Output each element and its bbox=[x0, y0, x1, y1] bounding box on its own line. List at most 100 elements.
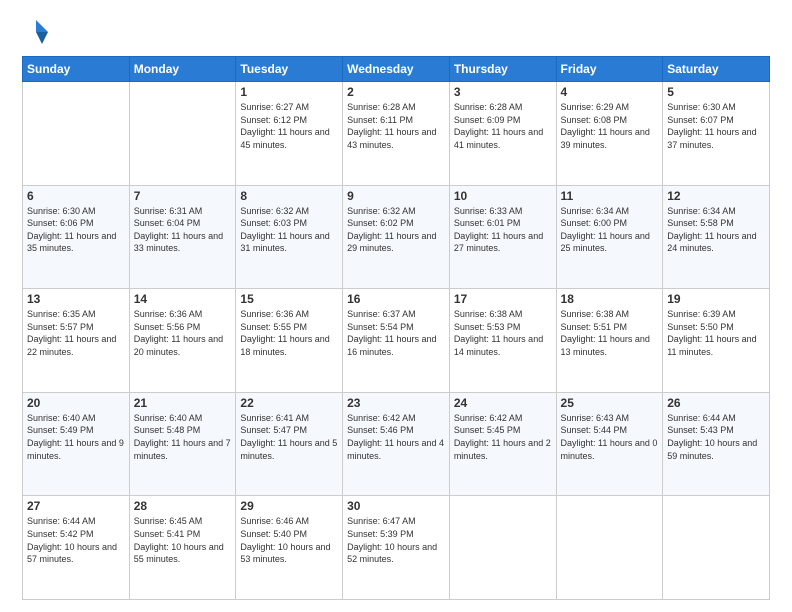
calendar-cell: 9 Sunrise: 6:32 AM Sunset: 6:02 PM Daylig… bbox=[343, 185, 450, 289]
calendar-cell: 29 Sunrise: 6:46 AM Sunset: 5:40 PM Dayli… bbox=[236, 496, 343, 600]
day-number: 5 bbox=[667, 85, 765, 99]
day-number: 29 bbox=[240, 499, 338, 513]
calendar-table: SundayMondayTuesdayWednesdayThursdayFrid… bbox=[22, 56, 770, 600]
calendar-cell: 13 Sunrise: 6:35 AM Sunset: 5:57 PM Dayli… bbox=[23, 289, 130, 393]
day-info: Sunrise: 6:39 AM Sunset: 5:50 PM Dayligh… bbox=[667, 308, 765, 358]
calendar-cell: 12 Sunrise: 6:34 AM Sunset: 5:58 PM Dayli… bbox=[663, 185, 770, 289]
weekday-header-saturday: Saturday bbox=[663, 57, 770, 82]
calendar-cell bbox=[556, 496, 663, 600]
calendar-cell: 28 Sunrise: 6:45 AM Sunset: 5:41 PM Dayli… bbox=[129, 496, 236, 600]
day-number: 4 bbox=[561, 85, 659, 99]
day-info: Sunrise: 6:38 AM Sunset: 5:53 PM Dayligh… bbox=[454, 308, 552, 358]
calendar-cell: 25 Sunrise: 6:43 AM Sunset: 5:44 PM Dayli… bbox=[556, 392, 663, 496]
day-info: Sunrise: 6:40 AM Sunset: 5:49 PM Dayligh… bbox=[27, 412, 125, 462]
day-info: Sunrise: 6:30 AM Sunset: 6:06 PM Dayligh… bbox=[27, 205, 125, 255]
weekday-header-tuesday: Tuesday bbox=[236, 57, 343, 82]
weekday-header-sunday: Sunday bbox=[23, 57, 130, 82]
day-number: 14 bbox=[134, 292, 232, 306]
day-info: Sunrise: 6:47 AM Sunset: 5:39 PM Dayligh… bbox=[347, 515, 445, 565]
day-info: Sunrise: 6:36 AM Sunset: 5:55 PM Dayligh… bbox=[240, 308, 338, 358]
calendar-cell: 3Sunrise: 6:28 AM Sunset: 6:09 PM Daylig… bbox=[449, 82, 556, 186]
day-number: 11 bbox=[561, 189, 659, 203]
calendar-cell: 5Sunrise: 6:30 AM Sunset: 6:07 PM Daylig… bbox=[663, 82, 770, 186]
day-number: 27 bbox=[27, 499, 125, 513]
day-info: Sunrise: 6:28 AM Sunset: 6:11 PM Dayligh… bbox=[347, 101, 445, 151]
day-number: 17 bbox=[454, 292, 552, 306]
calendar-cell: 10 Sunrise: 6:33 AM Sunset: 6:01 PM Dayli… bbox=[449, 185, 556, 289]
day-number: 9 bbox=[347, 189, 445, 203]
day-info: Sunrise: 6:31 AM Sunset: 6:04 PM Dayligh… bbox=[134, 205, 232, 255]
calendar-cell: 4 Sunrise: 6:29 AM Sunset: 6:08 PM Daylig… bbox=[556, 82, 663, 186]
day-info: Sunrise: 6:32 AM Sunset: 6:03 PM Dayligh… bbox=[240, 205, 338, 255]
day-info: Sunrise: 6:38 AM Sunset: 5:51 PM Dayligh… bbox=[561, 308, 659, 358]
calendar-cell: 15Sunrise: 6:36 AM Sunset: 5:55 PM Dayli… bbox=[236, 289, 343, 393]
day-info: Sunrise: 6:29 AM Sunset: 6:08 PM Dayligh… bbox=[561, 101, 659, 151]
day-number: 2 bbox=[347, 85, 445, 99]
calendar-cell: 22 Sunrise: 6:41 AM Sunset: 5:47 PM Dayli… bbox=[236, 392, 343, 496]
logo-icon bbox=[22, 18, 50, 46]
day-number: 30 bbox=[347, 499, 445, 513]
weekday-header-friday: Friday bbox=[556, 57, 663, 82]
day-number: 18 bbox=[561, 292, 659, 306]
page: SundayMondayTuesdayWednesdayThursdayFrid… bbox=[0, 0, 792, 612]
day-info: Sunrise: 6:44 AM Sunset: 5:42 PM Dayligh… bbox=[27, 515, 125, 565]
day-info: Sunrise: 6:34 AM Sunset: 5:58 PM Dayligh… bbox=[667, 205, 765, 255]
day-info: Sunrise: 6:42 AM Sunset: 5:45 PM Dayligh… bbox=[454, 412, 552, 462]
week-row-5: 27 Sunrise: 6:44 AM Sunset: 5:42 PM Dayli… bbox=[23, 496, 770, 600]
day-info: Sunrise: 6:45 AM Sunset: 5:41 PM Dayligh… bbox=[134, 515, 232, 565]
day-info: Sunrise: 6:32 AM Sunset: 6:02 PM Dayligh… bbox=[347, 205, 445, 255]
calendar-cell: 27 Sunrise: 6:44 AM Sunset: 5:42 PM Dayli… bbox=[23, 496, 130, 600]
day-number: 3 bbox=[454, 85, 552, 99]
calendar-cell: 16 Sunrise: 6:37 AM Sunset: 5:54 PM Dayli… bbox=[343, 289, 450, 393]
day-number: 13 bbox=[27, 292, 125, 306]
day-number: 8 bbox=[240, 189, 338, 203]
day-info: Sunrise: 6:43 AM Sunset: 5:44 PM Dayligh… bbox=[561, 412, 659, 462]
header bbox=[22, 18, 770, 46]
day-info: Sunrise: 6:36 AM Sunset: 5:56 PM Dayligh… bbox=[134, 308, 232, 358]
calendar-cell: 17 Sunrise: 6:38 AM Sunset: 5:53 PM Dayli… bbox=[449, 289, 556, 393]
week-row-3: 13 Sunrise: 6:35 AM Sunset: 5:57 PM Dayli… bbox=[23, 289, 770, 393]
day-info: Sunrise: 6:35 AM Sunset: 5:57 PM Dayligh… bbox=[27, 308, 125, 358]
day-info: Sunrise: 6:46 AM Sunset: 5:40 PM Dayligh… bbox=[240, 515, 338, 565]
calendar-cell: 20 Sunrise: 6:40 AM Sunset: 5:49 PM Dayli… bbox=[23, 392, 130, 496]
day-info: Sunrise: 6:37 AM Sunset: 5:54 PM Dayligh… bbox=[347, 308, 445, 358]
day-number: 19 bbox=[667, 292, 765, 306]
day-number: 16 bbox=[347, 292, 445, 306]
day-info: Sunrise: 6:44 AM Sunset: 5:43 PM Dayligh… bbox=[667, 412, 765, 462]
day-number: 12 bbox=[667, 189, 765, 203]
calendar-cell bbox=[23, 82, 130, 186]
calendar-cell: 21 Sunrise: 6:40 AM Sunset: 5:48 PM Dayli… bbox=[129, 392, 236, 496]
calendar-cell: 23Sunrise: 6:42 AM Sunset: 5:46 PM Dayli… bbox=[343, 392, 450, 496]
calendar-cell: 26Sunrise: 6:44 AM Sunset: 5:43 PM Dayli… bbox=[663, 392, 770, 496]
day-number: 7 bbox=[134, 189, 232, 203]
calendar-cell: 14 Sunrise: 6:36 AM Sunset: 5:56 PM Dayli… bbox=[129, 289, 236, 393]
day-number: 20 bbox=[27, 396, 125, 410]
day-number: 22 bbox=[240, 396, 338, 410]
calendar-cell: 1 Sunrise: 6:27 AM Sunset: 6:12 PM Daylig… bbox=[236, 82, 343, 186]
calendar-cell: 24 Sunrise: 6:42 AM Sunset: 5:45 PM Dayli… bbox=[449, 392, 556, 496]
weekday-header-thursday: Thursday bbox=[449, 57, 556, 82]
day-number: 28 bbox=[134, 499, 232, 513]
week-row-1: 1 Sunrise: 6:27 AM Sunset: 6:12 PM Daylig… bbox=[23, 82, 770, 186]
weekday-header-row: SundayMondayTuesdayWednesdayThursdayFrid… bbox=[23, 57, 770, 82]
calendar-cell: 7 Sunrise: 6:31 AM Sunset: 6:04 PM Daylig… bbox=[129, 185, 236, 289]
day-number: 25 bbox=[561, 396, 659, 410]
day-number: 21 bbox=[134, 396, 232, 410]
week-row-4: 20 Sunrise: 6:40 AM Sunset: 5:49 PM Dayli… bbox=[23, 392, 770, 496]
weekday-header-wednesday: Wednesday bbox=[343, 57, 450, 82]
day-number: 10 bbox=[454, 189, 552, 203]
calendar-cell: 19 Sunrise: 6:39 AM Sunset: 5:50 PM Dayli… bbox=[663, 289, 770, 393]
day-number: 24 bbox=[454, 396, 552, 410]
day-info: Sunrise: 6:33 AM Sunset: 6:01 PM Dayligh… bbox=[454, 205, 552, 255]
weekday-header-monday: Monday bbox=[129, 57, 236, 82]
calendar-cell bbox=[663, 496, 770, 600]
day-number: 23 bbox=[347, 396, 445, 410]
day-info: Sunrise: 6:40 AM Sunset: 5:48 PM Dayligh… bbox=[134, 412, 232, 462]
day-number: 1 bbox=[240, 85, 338, 99]
day-info: Sunrise: 6:27 AM Sunset: 6:12 PM Dayligh… bbox=[240, 101, 338, 151]
calendar-cell: 2 Sunrise: 6:28 AM Sunset: 6:11 PM Daylig… bbox=[343, 82, 450, 186]
day-info: Sunrise: 6:41 AM Sunset: 5:47 PM Dayligh… bbox=[240, 412, 338, 462]
week-row-2: 6Sunrise: 6:30 AM Sunset: 6:06 PM Daylig… bbox=[23, 185, 770, 289]
calendar-cell: 6Sunrise: 6:30 AM Sunset: 6:06 PM Daylig… bbox=[23, 185, 130, 289]
calendar-cell: 11Sunrise: 6:34 AM Sunset: 6:00 PM Dayli… bbox=[556, 185, 663, 289]
